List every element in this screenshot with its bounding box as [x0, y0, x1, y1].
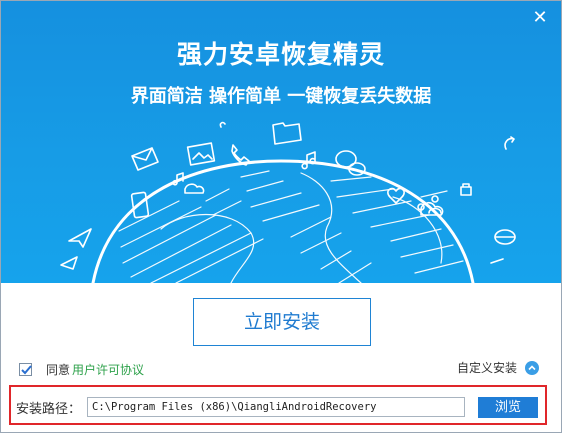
custom-install-label: 自定义安装	[456, 361, 517, 375]
agree-checkbox[interactable]	[19, 362, 32, 376]
custom-install-toggle[interactable]: 自定义安装	[457, 359, 539, 376]
install-now-button[interactable]: 立即安装	[193, 298, 371, 346]
close-button[interactable]: ✕	[531, 9, 549, 27]
install-path-panel: 安装路径： 浏览	[9, 385, 547, 425]
install-path-input[interactable]	[87, 397, 465, 417]
globe-illustration	[60, 121, 516, 283]
checkmark-icon	[21, 364, 32, 374]
agree-label: 同意	[46, 362, 71, 377]
globe-hatching	[118, 170, 464, 283]
banner: ✕ 强力安卓恢复精灵 界面简洁 操作简单 一键恢复丢失数据	[1, 1, 561, 283]
install-path-label: 安装路径：	[16, 402, 82, 417]
license-agreement-link[interactable]: 用户许可协议	[72, 361, 144, 378]
installer-window: ✕ 强力安卓恢复精灵 界面简洁 操作简单 一键恢复丢失数据 立即安装 同意 用户…	[0, 0, 562, 433]
banner-subtitle: 界面简洁 操作简单 一键恢复丢失数据	[130, 86, 432, 107]
chevron-up-icon	[525, 360, 539, 375]
close-icon: ✕	[532, 7, 548, 28]
banner-title: 强力安卓恢复精灵	[176, 40, 385, 69]
browse-button[interactable]: 浏览	[478, 397, 538, 418]
agreement-row: 同意 用户许可协议	[19, 360, 144, 378]
